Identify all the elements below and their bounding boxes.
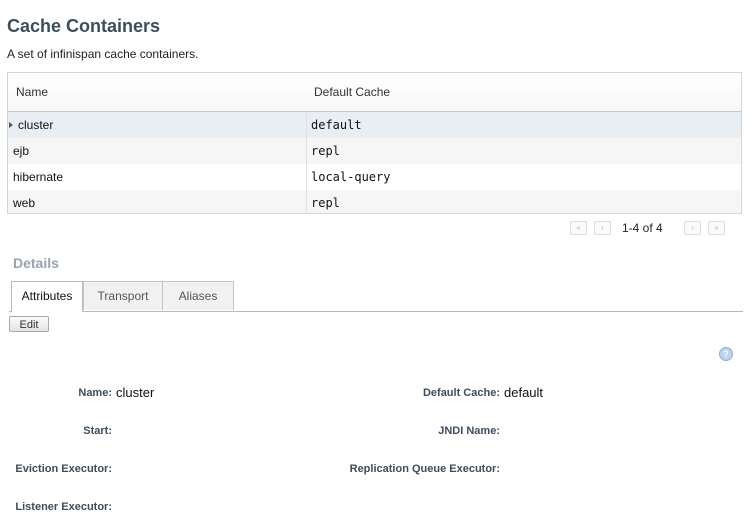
- cache-containers-table: Name Default Cache cluster default ejb r…: [7, 72, 742, 214]
- edit-button[interactable]: Edit: [9, 316, 49, 332]
- column-separator: [306, 112, 307, 138]
- row-default-cache: repl: [311, 144, 340, 158]
- question-icon[interactable]: ?: [719, 347, 733, 361]
- field-label-jndi-name: JNDI Name:: [438, 425, 500, 437]
- table-row[interactable]: cluster default: [8, 112, 741, 138]
- column-header-default-cache[interactable]: Default Cache: [314, 85, 390, 99]
- page-title: Cache Containers: [7, 16, 161, 36]
- chevron-left-icon[interactable]: ‹: [594, 221, 611, 235]
- row-default-cache: local-query: [311, 170, 391, 184]
- row-name: ejb: [13, 144, 30, 158]
- tab-aliases[interactable]: Aliases: [162, 281, 234, 310]
- row-name: web: [13, 196, 36, 210]
- column-header-name[interactable]: Name: [16, 85, 48, 99]
- row-name: cluster: [18, 118, 54, 132]
- field-value-default-cache: default: [504, 385, 544, 400]
- double-chevron-left-icon[interactable]: «: [570, 221, 587, 235]
- field-label-start: Start:: [83, 425, 112, 437]
- field-label-replication-queue-executor: Replication Queue Executor:: [349, 463, 500, 475]
- table-header: Name Default Cache: [8, 73, 741, 112]
- table-row[interactable]: hibernate local-query: [8, 164, 741, 190]
- row-name: hibernate: [13, 170, 64, 184]
- column-separator: [306, 138, 307, 164]
- double-chevron-right-icon[interactable]: »: [708, 221, 725, 235]
- field-label-default-cache: Default Cache:: [422, 387, 500, 399]
- field-label-eviction-executor: Eviction Executor:: [15, 463, 112, 475]
- table-row[interactable]: ejb repl: [8, 138, 741, 164]
- column-separator: [306, 190, 307, 213]
- row-selected-arrow-icon: [9, 122, 13, 128]
- column-separator: [306, 164, 307, 190]
- row-default-cache: repl: [311, 196, 340, 210]
- pager-status: 1-4 of 4: [622, 221, 663, 235]
- page-description: A set of infinispan cache containers.: [7, 47, 199, 61]
- field-label-name: Name:: [78, 387, 112, 399]
- field-label-listener-executor: Listener Executor:: [15, 501, 112, 513]
- chevron-right-icon[interactable]: ›: [684, 221, 701, 235]
- details-title: Details: [13, 255, 59, 271]
- field-value-name: cluster: [116, 385, 155, 400]
- row-default-cache: default: [311, 118, 362, 132]
- table-row[interactable]: web repl: [8, 190, 741, 213]
- tab-attributes[interactable]: Attributes: [11, 281, 83, 312]
- details-tabs: Attributes Transport Aliases: [9, 281, 743, 312]
- tab-transport[interactable]: Transport: [83, 281, 163, 310]
